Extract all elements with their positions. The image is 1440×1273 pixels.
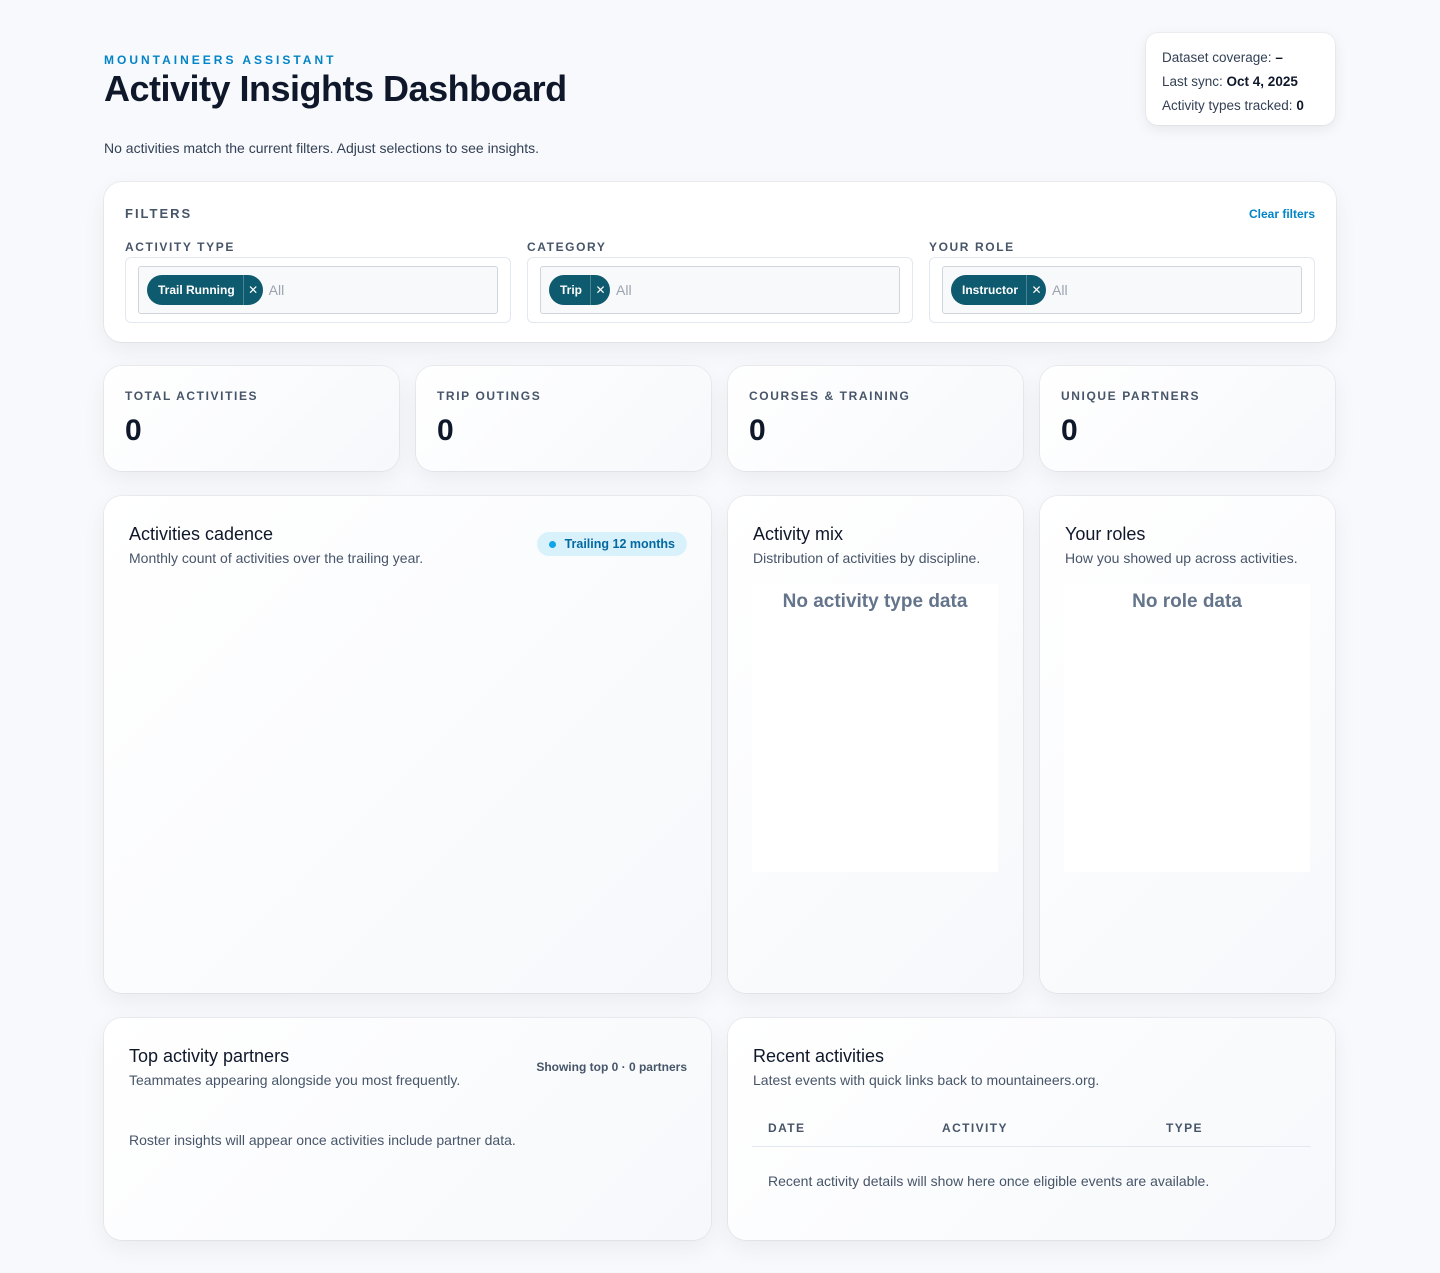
filter-chip: Trail Running ✕ xyxy=(147,275,263,305)
panel-title: Activities cadence xyxy=(129,524,274,544)
select-placeholder: All xyxy=(1052,282,1068,298)
app-eyebrow: MOUNTAINEERS ASSISTANT xyxy=(104,53,337,67)
stat-value: 0 xyxy=(437,414,454,447)
remove-chip-icon[interactable]: ✕ xyxy=(1026,275,1046,305)
clear-filters-link[interactable]: Clear filters xyxy=(1249,207,1315,221)
stat-label: UNIQUE PARTNERS xyxy=(1061,389,1201,403)
partners-empty-state: Roster insights will appear once activit… xyxy=(129,1132,516,1148)
stat-value: 0 xyxy=(125,414,142,447)
stat-label: TOTAL ACTIVITIES xyxy=(125,389,259,403)
activity-mix-chart: No activity type data xyxy=(752,584,998,872)
coverage-label: Dataset coverage: xyxy=(1162,50,1272,65)
chip-label: Instructor xyxy=(962,283,1019,297)
role-select[interactable]: Instructor ✕ All xyxy=(942,266,1302,314)
remove-chip-icon[interactable]: ✕ xyxy=(590,275,610,305)
panel-title: Top activity partners xyxy=(129,1046,290,1066)
types-value: 0 xyxy=(1296,98,1304,113)
stat-value: 0 xyxy=(1061,414,1078,447)
types-row: Activity types tracked: 0 xyxy=(1162,94,1319,118)
partners-count: Showing top 0 · 0 partners xyxy=(536,1060,687,1074)
page-title: Activity Insights Dashboard xyxy=(104,68,567,109)
stat-unique-partners: UNIQUE PARTNERS 0 xyxy=(1040,366,1335,471)
filter-category: CATEGORY Trip ✕ All xyxy=(527,240,913,323)
activity-mix-panel: Activity mix Distribution of activities … xyxy=(728,496,1023,993)
panel-title: Your roles xyxy=(1065,524,1146,544)
sync-label: Last sync: xyxy=(1162,74,1223,89)
chip-label: Trail Running xyxy=(158,283,235,297)
sync-row: Last sync: Oct 4, 2025 xyxy=(1162,70,1319,94)
filter-role: YOUR ROLE Instructor ✕ All xyxy=(929,240,1315,323)
partners-panel: Top activity partners Teammates appearin… xyxy=(104,1018,711,1240)
empty-state-text: No role data xyxy=(1132,591,1242,612)
stat-label: COURSES & TRAINING xyxy=(749,389,911,403)
stat-trip-outings: TRIP OUTINGS 0 xyxy=(416,366,711,471)
pill-label: Trailing 12 months xyxy=(564,537,675,551)
filter-chip: Trip ✕ xyxy=(549,275,611,305)
filter-label: CATEGORY xyxy=(527,240,607,254)
stat-total-activities: TOTAL ACTIVITIES 0 xyxy=(104,366,399,471)
panel-subtitle: How you showed up across activities. xyxy=(1065,550,1298,566)
filters-panel: FILTERS Clear filters ACTIVITY TYPE Trai… xyxy=(104,182,1336,342)
category-select[interactable]: Trip ✕ All xyxy=(540,266,900,314)
filter-label: YOUR ROLE xyxy=(929,240,1015,254)
panel-title: Activity mix xyxy=(753,524,843,544)
filter-chip: Instructor ✕ xyxy=(951,275,1047,305)
remove-chip-icon[interactable]: ✕ xyxy=(242,275,263,305)
stat-value: 0 xyxy=(749,414,766,447)
column-header-type[interactable]: TYPE xyxy=(1166,1121,1203,1135)
panel-subtitle: Monthly count of activities over the tra… xyxy=(129,550,424,566)
coverage-row: Dataset coverage: – xyxy=(1162,46,1319,70)
dataset-meta-card: Dataset coverage: – Last sync: Oct 4, 20… xyxy=(1146,33,1335,125)
panel-subtitle: Distribution of activities by discipline… xyxy=(753,550,981,566)
chip-label: Trip xyxy=(560,283,583,297)
column-header-activity[interactable]: ACTIVITY xyxy=(942,1121,1008,1135)
cadence-panel: Activities cadence Monthly count of acti… xyxy=(104,496,711,993)
filter-box: Trail Running ✕ All xyxy=(125,257,511,323)
filters-title: FILTERS xyxy=(125,206,193,221)
page-subtitle: No activities match the current filters.… xyxy=(104,140,539,156)
filter-label: ACTIVITY TYPE xyxy=(125,240,235,254)
filter-box: Instructor ✕ All xyxy=(929,257,1315,323)
panel-subtitle: Teammates appearing alongside you most f… xyxy=(129,1072,461,1088)
recent-activities-panel: Recent activities Latest events with qui… xyxy=(728,1018,1335,1240)
column-header-date[interactable]: DATE xyxy=(768,1121,805,1135)
coverage-value: – xyxy=(1275,50,1283,65)
table-header: DATE ACTIVITY TYPE xyxy=(752,1118,1311,1147)
activity-type-select[interactable]: Trail Running ✕ All xyxy=(138,266,498,314)
trailing-pill: Trailing 12 months xyxy=(536,532,687,556)
filter-box: Trip ✕ All xyxy=(527,257,913,323)
stat-courses-training: COURSES & TRAINING 0 xyxy=(728,366,1023,471)
dot-icon xyxy=(548,540,556,548)
filter-activity-type: ACTIVITY TYPE Trail Running ✕ All xyxy=(125,240,511,323)
stat-label: TRIP OUTINGS xyxy=(437,389,542,403)
select-placeholder: All xyxy=(616,282,632,298)
panel-subtitle: Latest events with quick links back to m… xyxy=(753,1072,1100,1088)
sync-value: Oct 4, 2025 xyxy=(1226,74,1298,89)
select-placeholder: All xyxy=(268,282,285,298)
table-empty-state: Recent activity details will show here o… xyxy=(768,1173,1210,1189)
types-label: Activity types tracked: xyxy=(1162,98,1293,113)
empty-state-text: No activity type data xyxy=(782,591,968,612)
panel-title: Recent activities xyxy=(753,1046,885,1066)
roles-panel: Your roles How you showed up across acti… xyxy=(1040,496,1335,993)
roles-chart: No role data xyxy=(1064,584,1310,872)
